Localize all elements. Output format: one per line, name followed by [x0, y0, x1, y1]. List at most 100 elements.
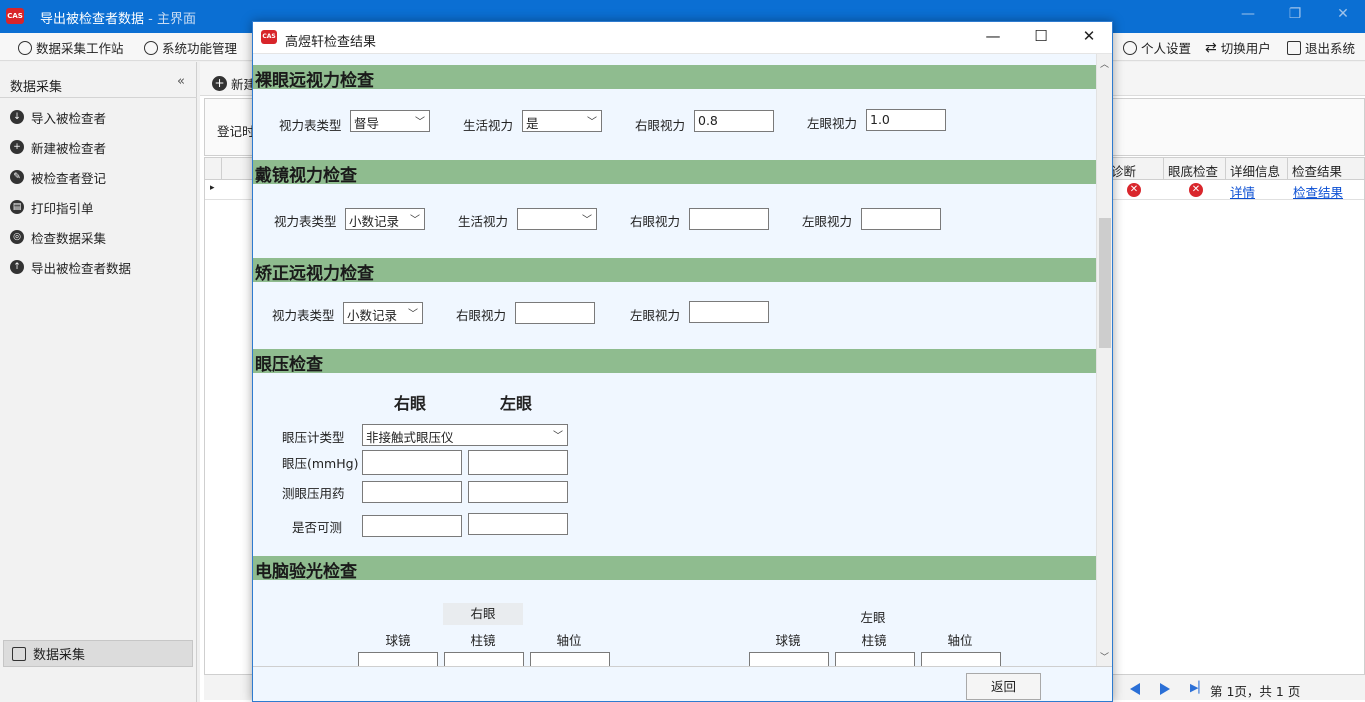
label: 左眼视力 — [630, 308, 681, 323]
chevron-down-icon: ﹀ — [587, 117, 597, 128]
corrected-chart-type-select[interactable]: 小数记录 ﹀ — [343, 302, 423, 324]
dialog-maximize-button[interactable]: ☐ — [1031, 27, 1051, 45]
corrected-left-input[interactable] — [689, 301, 769, 323]
col-cylinder: 柱镜 — [861, 633, 887, 648]
new-button[interactable]: + 新建 — [212, 74, 256, 93]
iop-measurable-right-input[interactable] — [362, 515, 462, 537]
window-title: 导出被检查者数据 - 主界面 — [40, 12, 196, 27]
col-result: 检查结果 — [1292, 164, 1343, 179]
col-axis: 轴位 — [556, 633, 582, 648]
chevron-down-icon: ﹀ — [415, 117, 425, 128]
dialog-close-button[interactable]: ✕ — [1079, 27, 1099, 45]
col-fundus: 眼底检查 — [1168, 164, 1219, 179]
app-logo-icon: CAS — [261, 30, 277, 44]
naked-right-input[interactable]: 0.8 — [694, 110, 774, 132]
naked-left-input[interactable]: 1.0 — [866, 109, 946, 131]
dialog-minimize-button[interactable]: — — [983, 27, 1003, 45]
iop-left-input[interactable] — [468, 450, 568, 475]
filter-label: 登记时 — [217, 124, 255, 139]
next-page-icon[interactable] — [1160, 683, 1170, 695]
col-diagnosis: 诊断 — [1111, 164, 1137, 179]
export-icon: ↑ — [10, 260, 24, 274]
error-icon: ✕ — [1189, 183, 1203, 197]
chevron-down-icon: ﹀ — [408, 309, 418, 320]
back-button[interactable]: 返回 — [966, 673, 1041, 700]
iop-right-heading: 右眼 — [394, 394, 427, 413]
row-selector-icon: ▸ — [210, 183, 215, 193]
refraction-left-sphere-input[interactable] — [749, 652, 829, 666]
sidebar-header: 数据采集 « — [0, 62, 197, 98]
last-page-icon[interactable]: ▶▏ — [1190, 681, 1207, 694]
naked-life-select[interactable]: 是 ﹀ — [522, 110, 602, 132]
sidebar-title: 数据采集 — [10, 80, 63, 95]
glasses-chart-type-select[interactable]: 小数记录 ﹀ — [345, 208, 425, 230]
label: 视力表类型 — [279, 118, 342, 133]
system-icon — [144, 40, 158, 55]
chevron-down-icon: ﹀ — [582, 215, 592, 226]
iop-left-heading: 左眼 — [500, 394, 533, 413]
sidebar-item-print[interactable]: ▤ 打印指引单 — [0, 194, 197, 220]
toolbar-system-manage[interactable]: 系统功能管理 — [144, 38, 237, 57]
iop-measurable-left-input[interactable] — [468, 513, 568, 535]
result-link[interactable]: 检查结果 — [1293, 182, 1343, 201]
refraction-right-sphere-input[interactable] — [358, 652, 438, 666]
plus-icon: + — [10, 140, 24, 154]
dialog-title: 高煜轩检查结果 — [285, 35, 377, 50]
label: 右眼视力 — [635, 118, 686, 133]
error-icon: ✕ — [1127, 183, 1141, 197]
dialog-content: 裸眼远视力检查 视力表类型 督导 ﹀ 生活视力 是 ﹀ 右眼视力 0.8 左眼视力 … — [253, 54, 1096, 666]
naked-chart-type-select[interactable]: 督导 ﹀ — [350, 110, 430, 132]
edit-icon — [12, 646, 26, 661]
refraction-right-axis-input[interactable] — [530, 652, 610, 666]
gear-icon — [1123, 40, 1137, 55]
iop-drug-right-input[interactable] — [362, 481, 462, 503]
toolbar-exit[interactable]: 退出系统 — [1287, 38, 1355, 57]
section-iop: 眼压检查 — [253, 349, 1096, 375]
refraction-left-cylinder-input[interactable] — [835, 652, 915, 666]
toolbar-data-station[interactable]: 数据采集工作站 — [18, 38, 124, 57]
label: 视力表类型 — [272, 308, 335, 323]
sidebar-item-export[interactable]: ↑ 导出被检查者数据 — [0, 254, 197, 280]
iop-type-select[interactable]: 非接触式眼压仪 ﹀ — [362, 424, 568, 446]
details-link[interactable]: 详情 — [1230, 182, 1255, 201]
scroll-up-icon[interactable]: ︿ — [1100, 57, 1109, 70]
sidebar: 数据采集 « ↓ 导入被检查者 + 新建被检查者 ✎ 被检查者登记 ▤ 打印指引单 ◎ 检… — [0, 62, 197, 702]
label: 左眼视力 — [802, 214, 853, 229]
toolbar-switch-user[interactable]: ⇄ 切换用户 — [1205, 38, 1271, 57]
glasses-right-input[interactable] — [689, 208, 769, 230]
glasses-left-input[interactable] — [861, 208, 941, 230]
maximize-button[interactable]: ❐ — [1285, 6, 1305, 22]
toolbar-personal-settings[interactable]: 个人设置 — [1123, 38, 1191, 57]
sidebar-item-collect[interactable]: ◎ 检查数据采集 — [0, 224, 197, 250]
collapse-icon[interactable]: « — [177, 74, 185, 89]
col-cylinder: 柱镜 — [470, 633, 496, 648]
prev-page-icon[interactable] — [1130, 683, 1140, 695]
collect-icon: ◎ — [10, 230, 24, 244]
sidebar-item-register[interactable]: ✎ 被检查者登记 — [0, 164, 197, 190]
section-refraction: 电脑验光检查 — [253, 556, 1096, 582]
iop-right-input[interactable] — [362, 450, 462, 475]
label: 是否可测 — [292, 520, 343, 535]
label: 右眼视力 — [456, 308, 507, 323]
section-corrected-vision: 矫正远视力检查 — [253, 258, 1096, 284]
minimize-button[interactable]: — — [1238, 6, 1258, 22]
label: 眼压(mmHg) — [282, 456, 359, 471]
iop-drug-left-input[interactable] — [468, 481, 568, 503]
sidebar-item-import[interactable]: ↓ 导入被检查者 — [0, 104, 197, 130]
corrected-right-input[interactable] — [515, 302, 595, 324]
sidebar-bottom-data-collect[interactable]: 数据采集 — [3, 640, 193, 667]
glasses-life-select[interactable]: ﹀ — [517, 208, 597, 230]
dialog-scrollbar[interactable]: ︿ ﹀ — [1096, 54, 1112, 666]
scroll-thumb[interactable] — [1099, 218, 1111, 348]
scroll-down-icon[interactable]: ﹀ — [1100, 650, 1109, 663]
refraction-left-heading: 左眼 — [860, 610, 886, 625]
sidebar-item-new[interactable]: + 新建被检查者 — [0, 134, 197, 160]
section-naked-vision: 裸眼远视力检查 — [253, 65, 1096, 91]
refraction-right-cylinder-input[interactable] — [444, 652, 524, 666]
section-glasses-vision: 戴镜视力检查 — [253, 160, 1096, 186]
close-button[interactable]: ✕ — [1333, 6, 1353, 22]
label: 视力表类型 — [274, 214, 337, 229]
label: 测眼压用药 — [282, 486, 345, 501]
refraction-left-axis-input[interactable] — [921, 652, 1001, 666]
label: 生活视力 — [463, 118, 514, 133]
